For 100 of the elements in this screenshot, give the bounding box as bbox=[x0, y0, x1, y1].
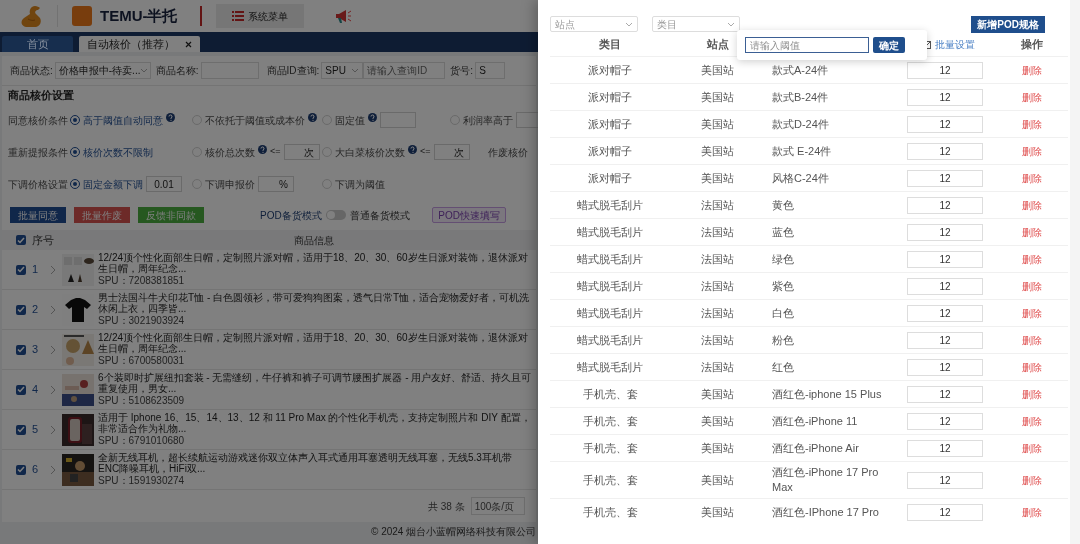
checkbox[interactable] bbox=[16, 344, 26, 355]
toggle-switch[interactable] bbox=[325, 210, 346, 220]
site-cell-text: 法国站 bbox=[701, 359, 734, 375]
checkbox[interactable] bbox=[16, 264, 26, 275]
option-label: 高于阈值自动同意 bbox=[83, 113, 163, 128]
product-title: 6个装即时扩展纽扣套装 - 无需缝纫，牛仔裤和裤子可调节腰围扩展器 - 用户友好、舒适、持久且可重复使用，男女... bbox=[98, 372, 532, 394]
delete-link[interactable]: 删除 bbox=[1021, 413, 1042, 429]
delete-link[interactable]: 删除 bbox=[1021, 170, 1042, 186]
setting-label: 同意核价条件 bbox=[8, 113, 69, 128]
site-cell-text: 法国站 bbox=[701, 278, 734, 294]
select-field[interactable]: 站点 bbox=[550, 16, 638, 32]
threshold-field[interactable]: 12 bbox=[907, 223, 983, 241]
threshold-field[interactable]: 12 bbox=[907, 439, 983, 457]
threshold-field[interactable]: 12 bbox=[907, 61, 983, 79]
menu-button[interactable]: 系统菜单 bbox=[215, 4, 304, 28]
delete-link[interactable]: 删除 bbox=[1021, 472, 1042, 488]
add-button[interactable]: 新增POD规格 bbox=[971, 15, 1045, 33]
threshold-field[interactable]: 12 bbox=[907, 503, 983, 521]
delete-link[interactable]: 删除 bbox=[1021, 116, 1042, 132]
product-spu: SPU：5108623509 bbox=[98, 395, 186, 407]
checkbox[interactable] bbox=[16, 304, 26, 315]
checkbox[interactable] bbox=[16, 235, 26, 245]
checkbox[interactable] bbox=[16, 384, 26, 395]
delete-link[interactable]: 删除 bbox=[1021, 504, 1042, 520]
action-button[interactable]: 批量作废 bbox=[74, 207, 130, 223]
dropdown-icon bbox=[625, 21, 633, 27]
product-title: 男士法国斗牛犬印花T恤 - 白色圆领衫，带可爱狗狗图案，透气日常T恤，适合宠物爱好者，可机洗休闲上衣，四季皆... bbox=[98, 292, 531, 314]
select-field[interactable]: 价格申报中-待卖... bbox=[54, 62, 151, 79]
threshold-field[interactable]: 12 bbox=[907, 304, 983, 322]
threshold-field[interactable]: 12 bbox=[907, 385, 983, 403]
column-header: 操作 bbox=[1020, 36, 1043, 52]
page-size-select[interactable]: 100条/页 bbox=[470, 497, 525, 515]
threshold-field[interactable]: 12 bbox=[907, 169, 983, 187]
threshold-field[interactable]: 12 bbox=[907, 250, 983, 268]
column-header: 站点 bbox=[706, 36, 729, 52]
product-spu: SPU：7208381851 bbox=[98, 275, 186, 287]
delete-link[interactable]: 删除 bbox=[1021, 62, 1042, 78]
select-field[interactable]: 类目 bbox=[652, 16, 740, 32]
row-number: 2 bbox=[32, 302, 40, 318]
expand-icon bbox=[50, 264, 56, 275]
action-button[interactable]: 批量同意 bbox=[10, 207, 66, 223]
delete-link[interactable]: 删除 bbox=[1021, 332, 1042, 348]
spec-cell-text: 酒红色-IPhone 17 Pro bbox=[771, 504, 880, 520]
expand-icon bbox=[50, 464, 56, 475]
category-cell-text: 蜡式脱毛刮片 bbox=[577, 332, 643, 348]
section-title: 商品核价设置 bbox=[7, 87, 75, 103]
threshold-field[interactable]: 12 bbox=[907, 142, 983, 160]
delete-link[interactable]: 删除 bbox=[1021, 305, 1042, 321]
category-cell-text: 派对帽子 bbox=[588, 116, 632, 132]
filter-label: 商品ID查询: bbox=[266, 64, 320, 78]
threshold-field[interactable]: 12 bbox=[907, 115, 983, 133]
category-cell-text: 手机壳、套 bbox=[582, 504, 638, 520]
expand-icon bbox=[50, 384, 56, 395]
column-header: 商品信息 bbox=[294, 233, 334, 248]
spec-cell-text: 酒红色-iPhone 11 bbox=[771, 413, 859, 429]
delete-link[interactable]: 删除 bbox=[1021, 386, 1042, 402]
input-field[interactable]: 0.01 bbox=[146, 176, 182, 192]
setting-label: 作废核价 bbox=[488, 145, 528, 160]
batch-settings-link[interactable]: 批量设置 bbox=[935, 36, 975, 52]
threshold-field[interactable]: 12 bbox=[907, 358, 983, 376]
confirm-button[interactable]: 确定 bbox=[873, 37, 905, 53]
input-field[interactable]: 请输入查询ID bbox=[363, 62, 446, 79]
threshold-field[interactable]: 12 bbox=[907, 88, 983, 106]
threshold-field[interactable]: 12 bbox=[907, 277, 983, 295]
column-header: 类目 bbox=[599, 36, 621, 52]
quick-fill-button[interactable]: POD快速填写 bbox=[432, 207, 506, 223]
category-cell-text: 派对帽子 bbox=[588, 62, 632, 78]
threshold-field[interactable]: 12 bbox=[907, 196, 983, 214]
checkbox[interactable] bbox=[16, 424, 26, 435]
input-field[interactable]: 次 bbox=[433, 144, 470, 160]
delete-link[interactable]: 删除 bbox=[1021, 224, 1042, 240]
mode-label: 普通备货模式 bbox=[349, 208, 410, 223]
total-count: 共 38 条 bbox=[428, 499, 465, 514]
threshold-field[interactable]: 12 bbox=[907, 412, 983, 430]
site-cell-text: 法国站 bbox=[701, 251, 734, 267]
delete-link[interactable]: 删除 bbox=[1021, 440, 1042, 456]
delete-link[interactable]: 删除 bbox=[1021, 143, 1042, 159]
select-field[interactable]: SPU bbox=[321, 62, 364, 79]
row-number: 5 bbox=[32, 422, 40, 438]
expand-icon bbox=[50, 304, 56, 315]
product-spu: SPU：1591930274 bbox=[98, 475, 186, 487]
input-field[interactable]: % bbox=[258, 176, 294, 192]
tab[interactable]: 自动核价（推荐） bbox=[79, 36, 200, 52]
delete-link[interactable]: 删除 bbox=[1021, 359, 1042, 375]
delete-link[interactable]: 删除 bbox=[1021, 89, 1042, 105]
spec-cell-text: 款式A-24件 bbox=[771, 62, 830, 78]
checkbox[interactable] bbox=[16, 464, 26, 475]
product-spu: SPU：6700580031 bbox=[98, 355, 186, 367]
site-cell-text: 美国站 bbox=[701, 116, 734, 132]
threshold-field[interactable]: 12 bbox=[907, 331, 983, 349]
delete-link[interactable]: 删除 bbox=[1021, 251, 1042, 267]
threshold-field[interactable]: 12 bbox=[907, 471, 983, 489]
delete-link[interactable]: 删除 bbox=[1021, 197, 1042, 213]
threshold-input[interactable]: 请输入阈值 bbox=[745, 37, 869, 53]
input-field[interactable]: 次 bbox=[283, 144, 320, 160]
delete-link[interactable]: 删除 bbox=[1021, 278, 1042, 294]
filter-label: 商品状态: bbox=[10, 64, 53, 78]
tab[interactable]: 首页 bbox=[2, 36, 73, 52]
column-header: 序号 bbox=[32, 232, 54, 248]
input-field[interactable]: S bbox=[475, 62, 506, 79]
